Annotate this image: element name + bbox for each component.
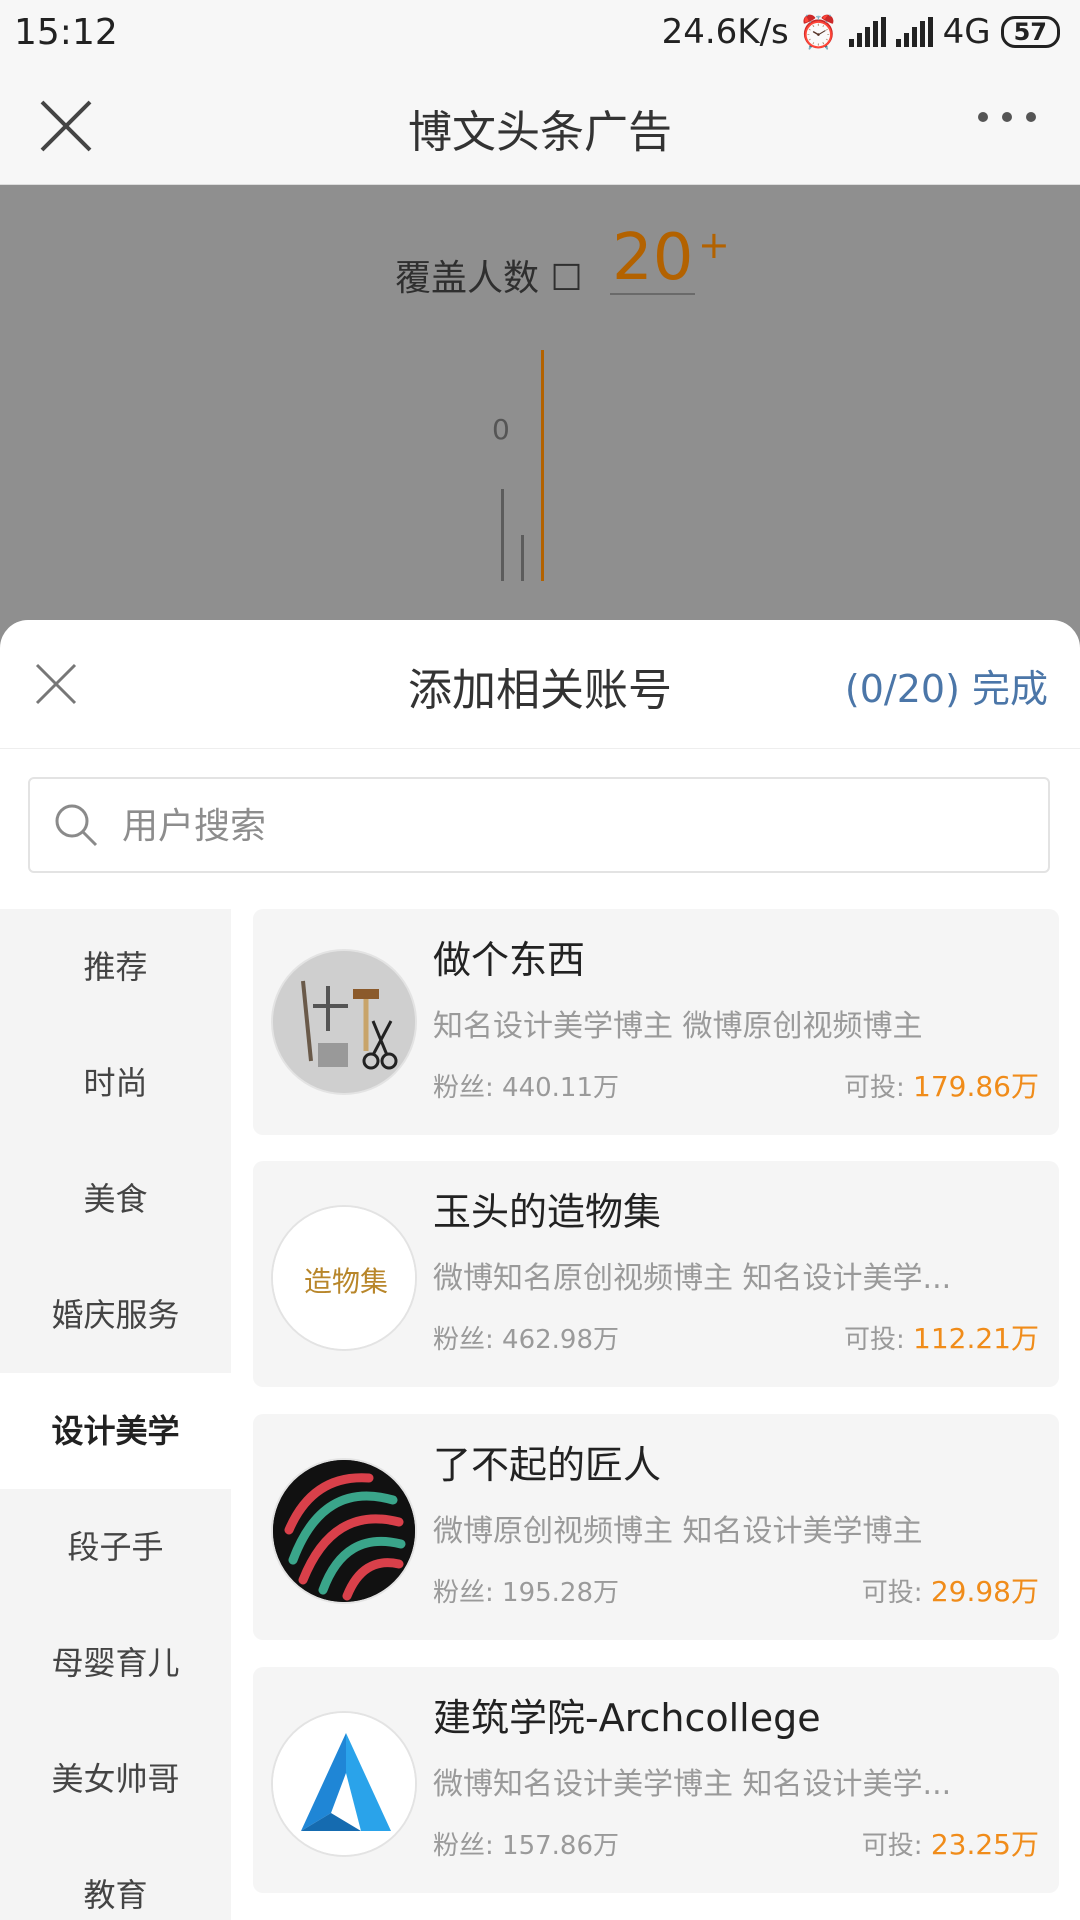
account-budget: 可投: 179.86万	[843, 1070, 1039, 1103]
coverage-value[interactable]: 20	[610, 223, 696, 295]
account-budget: 可投: 112.21万	[843, 1322, 1039, 1355]
category-item-jokes[interactable]: 段子手	[0, 1489, 231, 1605]
coverage-plus: +	[698, 223, 730, 267]
status-right: 24.6K/s ⏰ 4G 57	[662, 12, 1060, 52]
add-account-sheet: 添加相关账号 (0/20) 完成 推荐 时尚 美食 婚庆服务 设计美学 段子手 …	[0, 620, 1080, 1920]
title-bar: 博文头条广告	[0, 66, 1080, 185]
fingerprint-avatar	[271, 1458, 417, 1604]
account-fans: 粉丝: 462.98万	[433, 1325, 620, 1355]
category-item-food[interactable]: 美食	[0, 1141, 231, 1257]
account-fans: 粉丝: 195.28万	[433, 1578, 620, 1608]
category-sidebar: 推荐 时尚 美食 婚庆服务 设计美学 段子手 母婴育儿 美女帅哥 教育	[0, 909, 231, 1920]
signal-icon	[848, 17, 886, 47]
search-box[interactable]	[28, 777, 1050, 873]
category-item-education[interactable]: 教育	[0, 1837, 231, 1920]
signal-icon-2	[895, 17, 933, 47]
chart-bar	[521, 535, 524, 581]
status-bar: 15:12 24.6K/s ⏰ 4G 57	[0, 0, 1080, 66]
account-name: 做个东西	[433, 938, 586, 982]
category-item-beauty[interactable]: 美女帅哥	[0, 1721, 231, 1837]
account-fans: 粉丝: 157.86万	[433, 1831, 620, 1861]
background-content: 覆盖人数 ☐ 20 + 0	[0, 185, 1080, 620]
sheet-header: 添加相关账号 (0/20) 完成	[0, 620, 1080, 749]
more-icon[interactable]	[978, 112, 1036, 122]
calligraphy-avatar: 造物集	[271, 1205, 417, 1351]
tools-avatar	[271, 949, 417, 1095]
account-card[interactable]: 建筑学院-Archcollege 微博知名设计美学博主 知名设计美学... 粉丝…	[253, 1667, 1059, 1893]
account-desc: 微博原创视频博主 知名设计美学博主	[433, 1514, 923, 1549]
account-card[interactable]: 了不起的匠人 微博原创视频博主 知名设计美学博主 粉丝: 195.28万 可投:…	[253, 1414, 1059, 1640]
done-label: 完成	[971, 667, 1048, 711]
alarm-icon: ⏰	[798, 13, 839, 51]
search-input[interactable]	[120, 793, 1004, 859]
chart-bar-highlight	[541, 350, 544, 581]
account-card[interactable]: 造物集 玉头的造物集 微博知名原创视频博主 知名设计美学... 粉丝: 462.…	[253, 1161, 1059, 1387]
search-icon	[55, 804, 98, 847]
category-item-recommend[interactable]: 推荐	[0, 909, 231, 1025]
account-card[interactable]: 做个东西 知名设计美学博主 微博原创视频博主 粉丝: 440.11万 可投: 1…	[253, 909, 1059, 1135]
status-time: 15:12	[14, 12, 118, 53]
category-item-parenting[interactable]: 母婴育儿	[0, 1605, 231, 1721]
account-desc: 微博知名设计美学博主 知名设计美学...	[433, 1767, 952, 1802]
network-speed: 24.6K/s	[661, 12, 789, 52]
selected-count: (0/20)	[844, 667, 960, 711]
calligraphy-text: 造物集	[304, 1265, 388, 1298]
account-fans: 粉丝: 440.11万	[433, 1073, 620, 1103]
chart-zero-label: 0	[492, 413, 510, 446]
account-desc: 微博知名原创视频博主 知名设计美学...	[433, 1261, 952, 1296]
account-budget: 可投: 29.98万	[861, 1575, 1039, 1608]
network-type: 4G	[942, 12, 991, 52]
arch-logo-avatar	[271, 1711, 417, 1857]
account-desc: 知名设计美学博主 微博原创视频博主	[433, 1009, 923, 1044]
page-title: 博文头条广告	[408, 107, 672, 158]
account-name: 建筑学院-Archcollege	[433, 1696, 821, 1740]
category-item-fashion[interactable]: 时尚	[0, 1025, 231, 1141]
battery-icon: 57	[1000, 16, 1060, 48]
account-name: 了不起的匠人	[433, 1443, 662, 1487]
chart-bar	[501, 489, 504, 581]
coverage-label: 覆盖人数 ☐	[395, 258, 583, 299]
account-budget: 可投: 23.25万	[861, 1828, 1039, 1861]
edit-icon[interactable]: ☐	[550, 258, 582, 299]
category-item-wedding[interactable]: 婚庆服务	[0, 1257, 231, 1373]
account-name: 玉头的造物集	[433, 1190, 662, 1234]
category-item-design[interactable]: 设计美学	[0, 1373, 231, 1489]
done-button[interactable]: (0/20) 完成	[845, 658, 1048, 713]
